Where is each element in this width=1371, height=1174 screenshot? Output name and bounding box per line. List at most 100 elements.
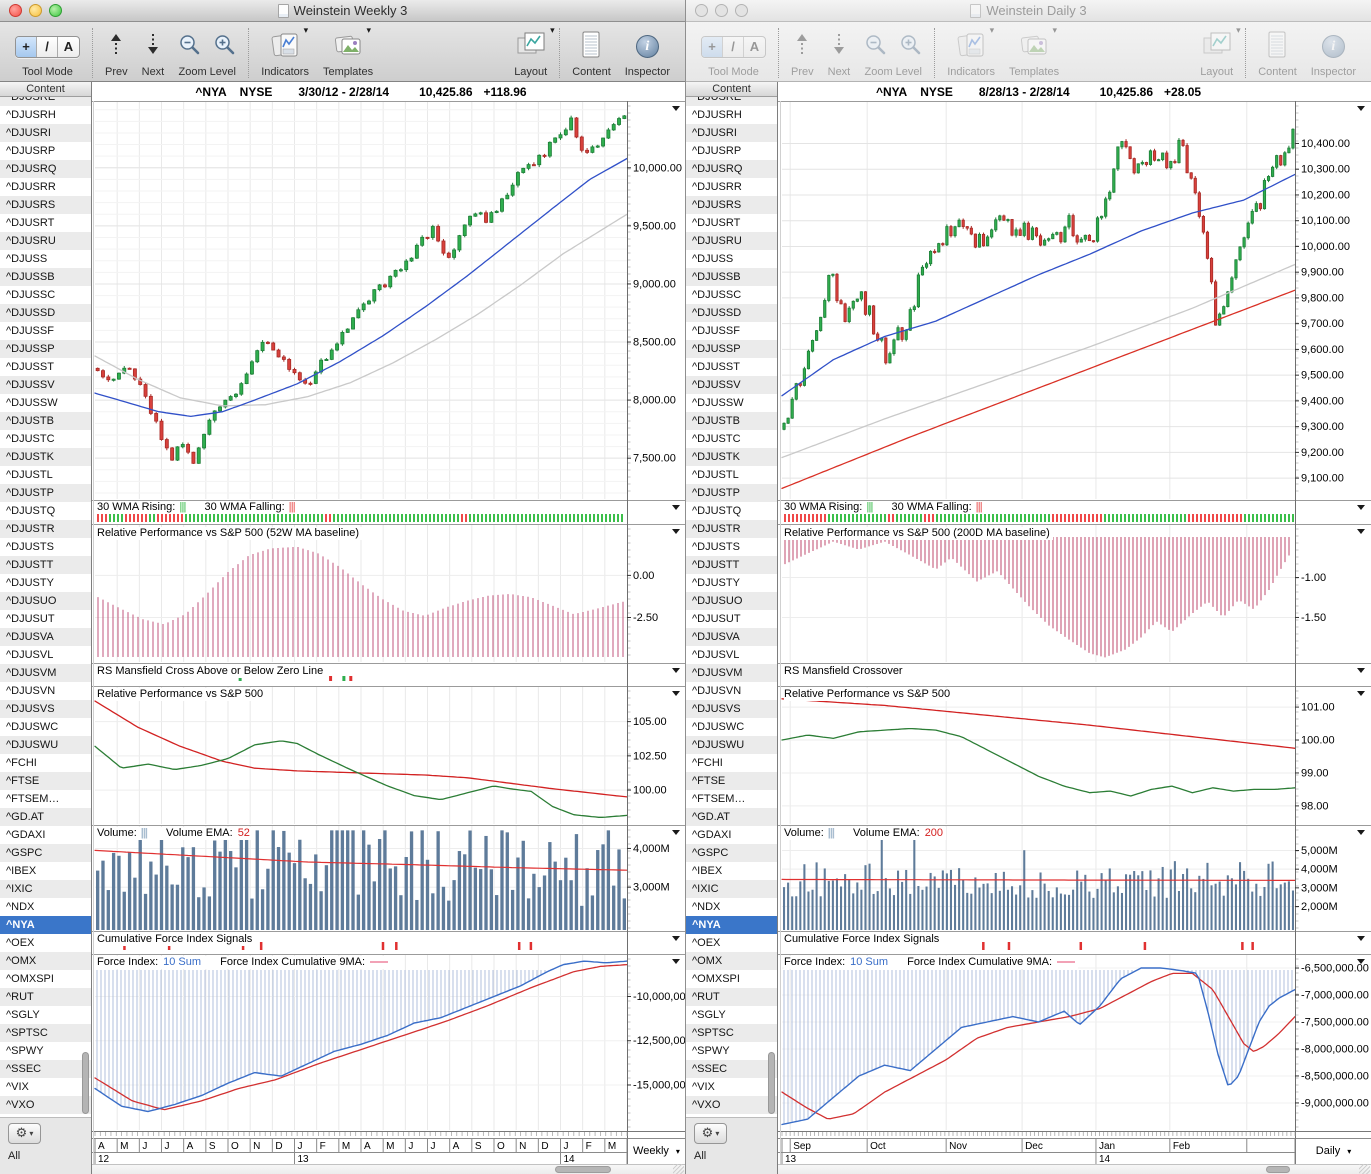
sidebar-item[interactable]: ^DJUSRR xyxy=(686,178,777,196)
sidebar-item[interactable]: ^DJUSRU xyxy=(686,232,777,250)
zoom-in-icon[interactable] xyxy=(213,33,236,61)
sidebar-item[interactable]: ^OMX xyxy=(0,952,91,970)
sidebar-item[interactable]: ^GSPC xyxy=(0,844,91,862)
sidebar-item[interactable]: ^DJUSSW xyxy=(0,394,91,412)
sidebar-item[interactable]: ^IBEX xyxy=(0,862,91,880)
move-tool-button[interactable]: + xyxy=(16,37,37,57)
sidebar-item[interactable]: ^DJUSWC xyxy=(0,718,91,736)
sidebar-item[interactable]: ^DJUSRS xyxy=(686,196,777,214)
sidebar-item[interactable]: ^RUT xyxy=(0,988,91,1006)
titlebar[interactable]: Weinstein Weekly 3 xyxy=(0,0,685,22)
sidebar-item[interactable]: ^SSEC xyxy=(686,1060,777,1078)
sidebar-item[interactable]: ^DJUSTT xyxy=(0,556,91,574)
sidebar-item[interactable]: ^SGLY xyxy=(686,1006,777,1024)
sidebar-item[interactable]: ^GD.AT xyxy=(686,808,777,826)
sidebar-item[interactable]: ^DJUSRT xyxy=(686,214,777,232)
titlebar[interactable]: Weinstein Daily 3 xyxy=(686,0,1371,22)
sidebar-item[interactable]: ^DJUSSP xyxy=(0,340,91,358)
sidebar-item[interactable]: ^DJUSTC xyxy=(0,430,91,448)
sidebar-item[interactable]: ^VIX xyxy=(0,1078,91,1096)
sidebar-item[interactable]: ^DJUSRS xyxy=(0,196,91,214)
sidebar-item[interactable]: ^DJUSSF xyxy=(686,322,777,340)
sidebar-item[interactable]: ^SPWY xyxy=(0,1042,91,1060)
minimize-button[interactable] xyxy=(29,4,42,17)
scrollbar-thumb[interactable] xyxy=(555,1166,611,1173)
zoom-out-icon[interactable] xyxy=(864,33,887,61)
sidebar-item[interactable]: ^FCHI xyxy=(0,754,91,772)
sidebar-item[interactable]: ^NYA xyxy=(0,916,91,934)
sidebar-item[interactable]: ^DJUSRE xyxy=(0,97,91,106)
sidebar-item[interactable]: ^DJUSRP xyxy=(0,142,91,160)
sidebar-item[interactable]: ^GDAXI xyxy=(686,826,777,844)
sidebar-item[interactable]: ^VIX xyxy=(686,1078,777,1096)
sidebar-item[interactable]: ^DJUSRI xyxy=(0,124,91,142)
sidebar-item[interactable]: ^DJUSWU xyxy=(0,736,91,754)
minimize-button[interactable] xyxy=(715,4,728,17)
sidebar-item[interactable]: ^DJUSTS xyxy=(686,538,777,556)
sidebar-item[interactable]: ^DJUSSC xyxy=(0,286,91,304)
content-button[interactable]: Content xyxy=(572,25,611,78)
sidebar-item[interactable]: ^FCHI xyxy=(686,754,777,772)
move-tool-button[interactable]: + xyxy=(702,37,723,57)
action-menu-button[interactable]: ⚙▾ xyxy=(8,1123,41,1144)
sidebar-item[interactable]: ^SPTSC xyxy=(686,1024,777,1042)
sidebar-item[interactable]: ^DJUSRQ xyxy=(0,160,91,178)
zoom-window-button[interactable] xyxy=(49,4,62,17)
sidebar-item[interactable]: ^DJUSRE xyxy=(686,97,777,106)
sidebar-item[interactable]: ^DJUSVM xyxy=(686,664,777,682)
indicators-button[interactable]: ▾ Indicators xyxy=(947,25,995,78)
sidebar-item[interactable]: ^DJUSTL xyxy=(0,466,91,484)
text-tool-button[interactable]: A xyxy=(58,37,79,57)
sidebar-item[interactable]: ^DJUSVL xyxy=(0,646,91,664)
sidebar-item[interactable]: ^DJUSSB xyxy=(686,268,777,286)
sidebar-item[interactable]: ^DJUSUT xyxy=(0,610,91,628)
sidebar-item[interactable]: ^OMXSPI xyxy=(686,970,777,988)
sidebar-item[interactable]: ^OMXSPI xyxy=(0,970,91,988)
line-tool-button[interactable]: / xyxy=(723,37,744,57)
sidebar-item[interactable]: ^DJUSRR xyxy=(0,178,91,196)
sidebar-item[interactable]: ^GDAXI xyxy=(0,826,91,844)
line-tool-button[interactable]: / xyxy=(37,37,58,57)
action-menu-button[interactable]: ⚙▾ xyxy=(694,1123,727,1144)
zoom-window-button[interactable] xyxy=(735,4,748,17)
sidebar-item[interactable]: ^DJUSTQ xyxy=(686,502,777,520)
sidebar-item[interactable]: ^SSEC xyxy=(0,1060,91,1078)
sidebar-item[interactable]: ^DJUSRI xyxy=(686,124,777,142)
sidebar-item[interactable]: ^DJUSSV xyxy=(0,376,91,394)
scrollbar-thumb[interactable] xyxy=(768,1052,775,1114)
sidebar-item[interactable]: ^DJUSSP xyxy=(686,340,777,358)
sidebar-item[interactable]: ^DJUSS xyxy=(0,250,91,268)
sidebar-scrollbar[interactable] xyxy=(767,97,777,1118)
sidebar-item[interactable]: ^DJUSSF xyxy=(0,322,91,340)
resize-grip[interactable] xyxy=(673,1164,684,1174)
sidebar-item[interactable]: ^DJUSUO xyxy=(0,592,91,610)
sidebar-item[interactable]: ^OMX xyxy=(686,952,777,970)
sidebar-item[interactable]: ^DJUSTP xyxy=(0,484,91,502)
content-button[interactable]: Content xyxy=(1258,25,1297,78)
sidebar-item[interactable]: ^DJUSUO xyxy=(686,592,777,610)
sidebar-item[interactable]: ^IBEX xyxy=(686,862,777,880)
sidebar-item[interactable]: ^SPTSC xyxy=(0,1024,91,1042)
sidebar-item[interactable]: ^FTSEM… xyxy=(686,790,777,808)
periodicity-select[interactable]: Daily▾ xyxy=(1296,1139,1371,1163)
sidebar-item[interactable]: ^GD.AT xyxy=(0,808,91,826)
sidebar-item[interactable]: ^FTSEM… xyxy=(0,790,91,808)
sidebar-item[interactable]: ^DJUSTS xyxy=(0,538,91,556)
templates-button[interactable]: ▾ Templates xyxy=(1009,25,1059,78)
sidebar-item[interactable]: ^DJUSVN xyxy=(686,682,777,700)
sidebar-item[interactable]: ^DJUSUT xyxy=(686,610,777,628)
sidebar-item[interactable]: ^DJUSWU xyxy=(686,736,777,754)
sidebar-item[interactable]: ^DJUSTR xyxy=(0,520,91,538)
sidebar-item[interactable]: ^DJUSSB xyxy=(0,268,91,286)
sidebar-item[interactable]: ^RUT xyxy=(686,988,777,1006)
scrollbar-thumb[interactable] xyxy=(82,1052,89,1114)
sidebar-item[interactable]: ^FTSE xyxy=(0,772,91,790)
sidebar-item[interactable]: ^DJUSTT xyxy=(686,556,777,574)
sidebar-item[interactable]: ^DJUSVS xyxy=(0,700,91,718)
sidebar-item[interactable]: ^DJUSRU xyxy=(0,232,91,250)
close-button[interactable] xyxy=(695,4,708,17)
inspector-button[interactable]: i Inspector xyxy=(1311,25,1356,78)
sidebar-item[interactable]: ^DJUSTC xyxy=(686,430,777,448)
sidebar-item[interactable]: ^GSPC xyxy=(686,844,777,862)
sidebar-item[interactable]: ^OEX xyxy=(0,934,91,952)
